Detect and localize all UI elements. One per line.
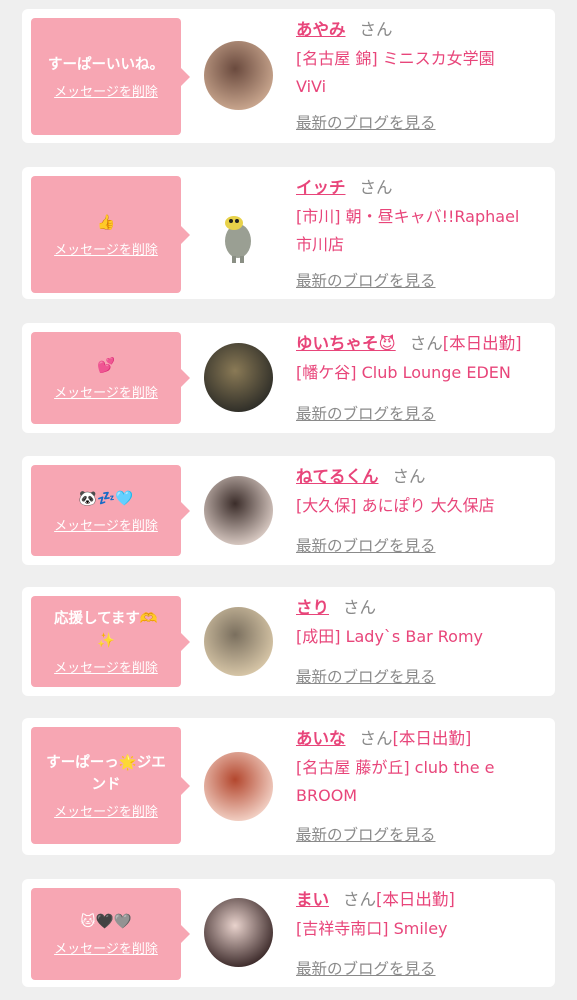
latest-blog-link[interactable]: 最新のブログを見る xyxy=(296,534,436,556)
message-card: 応援してます🫶 ✨ メッセージを削除 さり さん [成田] Lady`s Bar Rom… xyxy=(22,587,555,696)
message-card: 🐱🖤🩶 メッセージを削除 まい さん[本日出勤] [吉祥寺南口] Smiley 最新のブロ… xyxy=(22,879,555,987)
honorific: さん xyxy=(392,467,426,486)
message-text: 👍 xyxy=(96,214,116,231)
honorific: さん xyxy=(359,20,393,39)
delete-message-button[interactable]: メッセージを削除 xyxy=(54,382,158,401)
message-list: すーぱーいいね。 メッセージを削除 あやみ さん [名古屋 錦] ミニスカ女学園 ViV… xyxy=(0,0,577,1000)
message-card: 👍 メッセージを削除 イッチ さん [市川] 朝・昼キャバ!!Raphael 市川店最新… xyxy=(22,167,555,299)
message-text: 💕 xyxy=(96,358,116,374)
cast-name-link[interactable]: ゆいちゃそ😈 xyxy=(296,334,396,353)
message-bubble: 💕 メッセージを削除 xyxy=(31,332,190,424)
avatar[interactable] xyxy=(204,41,273,110)
delete-message-button[interactable]: メッセージを削除 xyxy=(54,938,158,957)
message-card: 🐼💤🩵 メッセージを削除 ねてるくん さん [大久保] あにぽり 大久保店 最新のブログを… xyxy=(22,456,555,565)
honorific: さん xyxy=(359,178,393,197)
shop-name: [成田] Lady`s Bar Romy xyxy=(296,627,484,646)
message-bubble: 🐼💤🩵 メッセージを削除 xyxy=(31,465,190,556)
avatar[interactable] xyxy=(204,199,273,268)
cast-name-link[interactable]: イッチ xyxy=(296,178,346,197)
shop-name: [幡ケ谷] Club Lounge EDEN xyxy=(296,363,511,382)
latest-blog-link[interactable]: 最新のブログを見る xyxy=(296,957,436,979)
cast-name-link[interactable]: さり xyxy=(296,598,329,617)
name-line: あやみ さん xyxy=(296,17,547,43)
delete-message-button[interactable]: メッセージを削除 xyxy=(54,515,158,534)
card-info: さり さん [成田] Lady`s Bar Romy xyxy=(296,595,547,651)
delete-message-button[interactable]: メッセージを削除 xyxy=(54,657,158,676)
cast-name-link[interactable]: まい xyxy=(296,890,329,909)
message-text: すーぱーいいね。 xyxy=(48,56,164,73)
card-info: イッチ さん [市川] 朝・昼キャバ!!Raphael 市川店 xyxy=(296,175,547,259)
cast-name-link[interactable]: あやみ xyxy=(296,20,346,39)
avatar[interactable] xyxy=(204,607,273,676)
message-bubble: 応援してます🫶 ✨ メッセージを削除 xyxy=(31,596,190,687)
message-bubble: 🐱🖤🩶 メッセージを削除 xyxy=(31,888,190,980)
shop-name: [名古屋 藤が丘] club the e BROOM xyxy=(296,758,495,805)
shop-name: [吉祥寺南口] Smiley xyxy=(296,919,448,938)
honorific: さん xyxy=(343,890,376,909)
message-bubble: すーぱーっ🌟ジエ ンドメッセージを削除 xyxy=(31,727,190,844)
message-card: すーぱーいいね。 メッセージを削除 あやみ さん [名古屋 錦] ミニスカ女学園 ViV… xyxy=(22,9,555,143)
name-line: さり さん xyxy=(296,595,547,621)
shop-name: [大久保] あにぽり 大久保店 xyxy=(296,496,495,515)
card-info: あやみ さん [名古屋 錦] ミニスカ女学園 ViVi xyxy=(296,17,547,101)
avatar[interactable] xyxy=(204,343,273,412)
card-info: まい さん[本日出勤] [吉祥寺南口] Smiley xyxy=(296,887,547,943)
name-line: ねてるくん さん xyxy=(296,464,547,490)
shop-name: [名古屋 錦] ミニスカ女学園 ViVi xyxy=(296,49,495,96)
name-line: あいな さん[本日出勤] xyxy=(296,726,547,752)
latest-blog-link[interactable]: 最新のブログを見る xyxy=(296,111,436,133)
message-bubble: すーぱーいいね。 メッセージを削除 xyxy=(31,18,190,135)
working-today-badge: [本日出勤] xyxy=(392,729,472,748)
message-card: すーぱーっ🌟ジエ ンドメッセージを削除 あいな さん[本日出勤] [名古屋 藤が丘] … xyxy=(22,718,555,855)
cast-name-link[interactable]: あいな xyxy=(296,729,346,748)
honorific: さん xyxy=(409,334,443,353)
working-today-badge: [本日出勤] xyxy=(442,334,522,353)
delete-message-button[interactable]: メッセージを削除 xyxy=(54,801,158,820)
card-info: ゆいちゃそ😈 さん[本日出勤] [幡ケ谷] Club Lounge EDEN xyxy=(296,331,547,387)
card-info: ねてるくん さん [大久保] あにぽり 大久保店 xyxy=(296,464,547,520)
cast-name-link[interactable]: ねてるくん xyxy=(296,467,379,486)
honorific: さん xyxy=(359,729,393,748)
message-text: 応援してます🫶 ✨ xyxy=(54,610,158,649)
message-text: 🐼💤🩵 xyxy=(78,490,134,507)
latest-blog-link[interactable]: 最新のブログを見る xyxy=(296,665,436,687)
shop-name: [市川] 朝・昼キャバ!!Raphael 市川店 xyxy=(296,207,520,254)
avatar[interactable] xyxy=(204,898,273,967)
latest-blog-link[interactable]: 最新のブログを見る xyxy=(296,402,436,424)
card-info: あいな さん[本日出勤] [名古屋 藤が丘] club the e BROOM xyxy=(296,726,547,810)
message-card: 💕 メッセージを削除 ゆいちゃそ😈 さん[本日出勤] [幡ケ谷] Club Lounge… xyxy=(22,323,555,433)
working-today-badge: [本日出勤] xyxy=(376,890,455,909)
latest-blog-link[interactable]: 最新のブログを見る xyxy=(296,823,436,845)
name-line: イッチ さん xyxy=(296,175,547,201)
message-text: 🐱🖤🩶 xyxy=(80,914,132,930)
name-line: ゆいちゃそ😈 さん[本日出勤] xyxy=(296,331,547,357)
message-bubble: 👍 メッセージを削除 xyxy=(31,176,190,293)
honorific: さん xyxy=(343,598,376,617)
delete-message-button[interactable]: メッセージを削除 xyxy=(54,239,158,258)
latest-blog-link[interactable]: 最新のブログを見る xyxy=(296,269,436,291)
avatar[interactable] xyxy=(204,476,273,545)
message-text: すーぱーっ🌟ジエ ンド xyxy=(46,754,166,793)
name-line: まい さん[本日出勤] xyxy=(296,887,547,913)
delete-message-button[interactable]: メッセージを削除 xyxy=(54,81,158,100)
avatar[interactable] xyxy=(204,752,273,821)
